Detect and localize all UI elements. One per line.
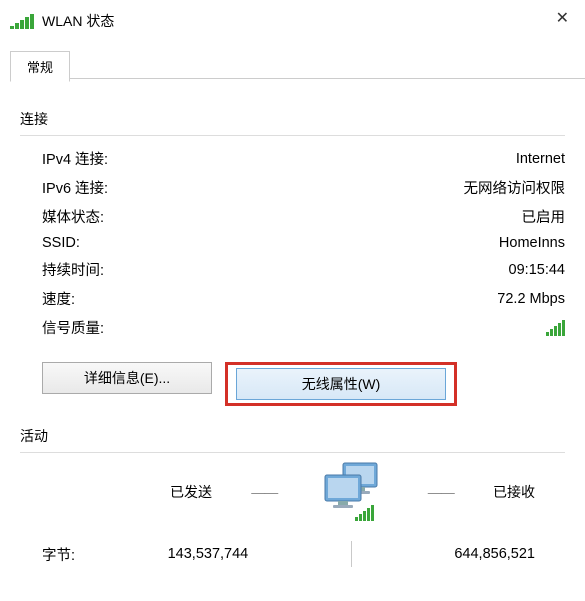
label-signal: 信号质量: [42, 317, 104, 338]
button-row: 详细信息(E)... 无线属性(W) [42, 362, 565, 406]
value-duration: 09:15:44 [509, 262, 565, 278]
label-speed: 速度: [42, 288, 75, 309]
signal-strength-icon [546, 320, 565, 336]
bytes-row: 字节: 143,537,744 644,856,521 [20, 523, 565, 567]
label-duration: 持续时间: [42, 259, 104, 280]
divider [20, 135, 565, 136]
value-media: 已启用 [522, 206, 566, 227]
window-title: WLAN 状态 [42, 11, 114, 31]
wireless-properties-button[interactable]: 无线属性(W) [236, 368, 446, 400]
value-ipv4: Internet [516, 151, 565, 167]
row-speed: 速度: 72.2 Mbps [20, 284, 565, 313]
row-ssid: SSID: HomeInns [20, 231, 565, 255]
label-bytes: 字节: [42, 544, 75, 565]
network-monitors-icon [317, 461, 389, 523]
section-activity-title: 活动 [20, 426, 565, 446]
label-received: 已接收 [493, 482, 535, 502]
tab-general[interactable]: 常规 [10, 51, 70, 82]
label-media: 媒体状态: [42, 206, 104, 227]
label-ipv6: IPv6 连接: [42, 177, 108, 198]
label-ipv4: IPv4 连接: [42, 148, 108, 169]
content-area: 连接 IPv4 连接: Internet IPv6 连接: 无网络访问权限 媒体… [0, 79, 585, 567]
label-sent: 已发送 [170, 482, 212, 502]
row-duration: 持续时间: 09:15:44 [20, 255, 565, 284]
label-ssid: SSID: [42, 235, 80, 251]
divider [20, 452, 565, 453]
row-ipv4: IPv4 连接: Internet [20, 144, 565, 173]
dash-left: —— [251, 484, 277, 500]
wlan-status-window: WLAN 状态 ✕ 常规 连接 IPv4 连接: Internet IPv6 连… [0, 0, 585, 601]
value-sent-bytes: 143,537,744 [168, 546, 249, 562]
dash-right: —— [428, 484, 454, 500]
tabstrip: 常规 [10, 50, 585, 79]
titlebar: WLAN 状态 ✕ [0, 0, 585, 36]
section-activity: 活动 已发送 —— [20, 426, 565, 567]
activity-header-row: 已发送 —— [20, 461, 565, 523]
bytes-separator [351, 541, 352, 567]
row-ipv6: IPv6 连接: 无网络访问权限 [20, 173, 565, 202]
value-ipv6: 无网络访问权限 [464, 177, 566, 198]
close-button[interactable]: ✕ [556, 8, 569, 28]
highlight-box: 无线属性(W) [225, 362, 457, 406]
row-signal: 信号质量: [20, 313, 565, 342]
details-button[interactable]: 详细信息(E)... [42, 362, 212, 394]
value-recv-bytes: 644,856,521 [454, 546, 535, 562]
value-ssid: HomeInns [499, 235, 565, 251]
section-connection-title: 连接 [20, 109, 565, 129]
wifi-signal-icon [10, 14, 34, 29]
row-media: 媒体状态: 已启用 [20, 202, 565, 231]
value-speed: 72.2 Mbps [497, 291, 565, 307]
